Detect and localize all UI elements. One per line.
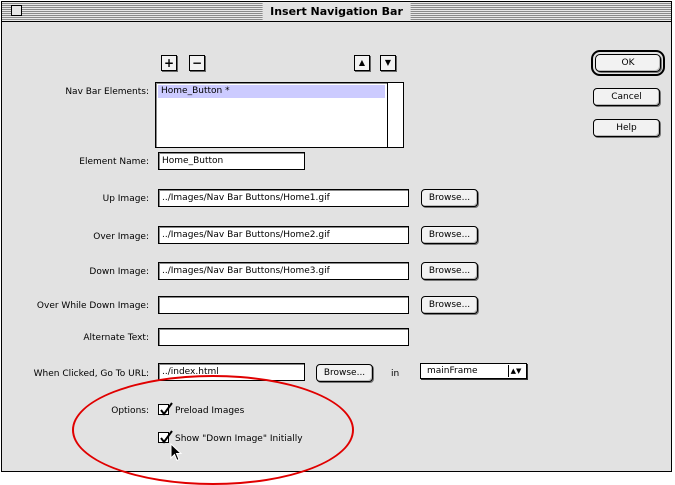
down-image-label: Down Image: <box>89 267 149 277</box>
over-while-down-browse-button[interactable]: Browse... <box>421 296 478 314</box>
url-label: When Clicked, Go To URL: <box>33 369 149 379</box>
down-image-browse-button[interactable]: Browse... <box>421 262 478 280</box>
alt-text-field[interactable] <box>158 328 409 346</box>
nav-elements-list[interactable]: Home_Button * <box>155 82 404 148</box>
down-image-field[interactable]: ../Images/Nav Bar Buttons/Home3.gif <box>158 262 409 280</box>
close-box[interactable] <box>11 5 22 16</box>
over-image-field[interactable]: ../Images/Nav Bar Buttons/Home2.gif <box>158 226 409 244</box>
over-image-label: Over Image: <box>93 232 149 242</box>
url-browse-button[interactable]: Browse... <box>316 364 373 382</box>
element-name-label: Element Name: <box>79 157 149 167</box>
up-image-label: Up Image: <box>102 194 149 204</box>
over-image-browse-button[interactable]: Browse... <box>421 226 478 244</box>
element-name-field[interactable]: Home_Button <box>158 152 305 170</box>
popup-arrows-icon: ▲▼ <box>508 365 523 377</box>
target-frame-select[interactable]: mainFrame ▲▼ <box>420 363 527 379</box>
target-frame-value: mainFrame <box>427 366 478 376</box>
list-scrollbar[interactable] <box>387 83 403 147</box>
help-button[interactable]: Help <box>593 119 660 137</box>
nav-elements-label: Nav Bar Elements: <box>65 87 149 97</box>
dialog-title: Insert Navigation Bar <box>262 3 411 20</box>
move-down-button[interactable]: ▼ <box>380 55 396 71</box>
ok-button[interactable]: OK <box>591 50 665 76</box>
move-up-button[interactable]: ▲ <box>354 55 370 71</box>
annotation-circle <box>72 375 354 485</box>
remove-element-button[interactable]: − <box>189 55 205 71</box>
list-item[interactable]: Home_Button * <box>158 85 385 98</box>
over-while-down-field[interactable] <box>158 296 409 314</box>
over-while-down-label: Over While Down Image: <box>36 301 149 311</box>
add-element-button[interactable]: + <box>161 55 177 71</box>
alt-text-label: Alternate Text: <box>83 333 149 343</box>
up-image-field[interactable]: ../Images/Nav Bar Buttons/Home1.gif <box>158 189 409 207</box>
title-bar[interactable]: Insert Navigation Bar <box>2 2 671 22</box>
arrow-cursor-icon <box>170 443 183 462</box>
cancel-button[interactable]: Cancel <box>593 88 660 106</box>
in-label: in <box>391 369 400 379</box>
up-image-browse-button[interactable]: Browse... <box>421 189 478 207</box>
